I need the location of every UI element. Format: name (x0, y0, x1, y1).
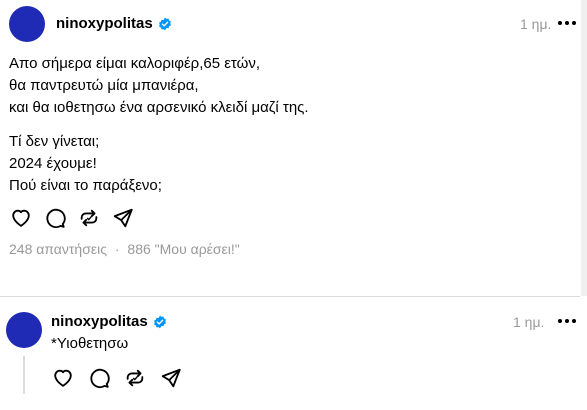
likes-count[interactable]: 886 "Μου αρέσει!" (127, 241, 239, 257)
divider (0, 296, 580, 297)
post-time: 1 ημ. (520, 16, 552, 32)
like-button[interactable] (9, 206, 33, 230)
reply-time: 1 ημ. (513, 314, 545, 330)
comment-button[interactable] (43, 206, 67, 230)
stats-separator: · (114, 241, 120, 257)
reply-author[interactable]: ninoxypolitas (51, 313, 167, 330)
post-stats: 248 απαντήσεις · 886 "Μου αρέσει!" (9, 241, 240, 257)
verified-badge-icon (153, 315, 166, 328)
comment-icon (46, 208, 66, 229)
like-button[interactable] (51, 366, 75, 390)
post-author[interactable]: ninoxypolitas (56, 15, 172, 32)
reply-username[interactable]: ninoxypolitas (51, 313, 148, 330)
reply-avatar[interactable] (6, 312, 42, 348)
username[interactable]: ninoxypolitas (56, 15, 153, 32)
post-text-line: Τί δεν γίνεται; (9, 133, 100, 150)
post-text-second: Τί δεν γίνεται; 2024 έχουμε! Πού είναι τ… (9, 131, 162, 197)
comment-icon (90, 368, 110, 389)
post-text-line: Απο σήμερα είμαι καλοριφέρ,65 ετών, (9, 55, 261, 72)
repost-icon (80, 209, 98, 227)
repost-button[interactable] (123, 366, 147, 390)
thread-line (23, 356, 25, 394)
scrollbar[interactable] (581, 0, 587, 296)
post-text-line: και θα ιοθετησω ένα αρσενικό κλειδί μαζί… (9, 99, 309, 116)
heart-icon (12, 209, 30, 227)
heart-icon (54, 369, 72, 387)
post-text-line: θα παντρευτώ μία μπανιέρα, (9, 77, 199, 94)
share-icon (161, 368, 181, 388)
replies-count[interactable]: 248 απαντήσεις (9, 241, 107, 257)
post-text: Απο σήμερα είμαι καλοριφέρ,65 ετών, θα π… (9, 53, 309, 119)
share-icon (113, 208, 133, 228)
avatar[interactable] (9, 6, 45, 42)
reply-actions (51, 366, 183, 390)
repost-button[interactable] (77, 206, 101, 230)
post-text-line: Πού είναι το παράξενο; (9, 177, 162, 194)
share-button[interactable] (111, 206, 135, 230)
repost-icon (126, 369, 144, 387)
comment-button[interactable] (87, 366, 111, 390)
more-icon[interactable] (557, 20, 577, 26)
reply-text: *Υιοθετησω (51, 335, 129, 352)
post-actions (9, 206, 135, 230)
verified-badge-icon (158, 17, 171, 30)
post-text-line: 2024 έχουμε! (9, 155, 97, 172)
more-icon[interactable] (557, 318, 577, 324)
share-button[interactable] (159, 366, 183, 390)
